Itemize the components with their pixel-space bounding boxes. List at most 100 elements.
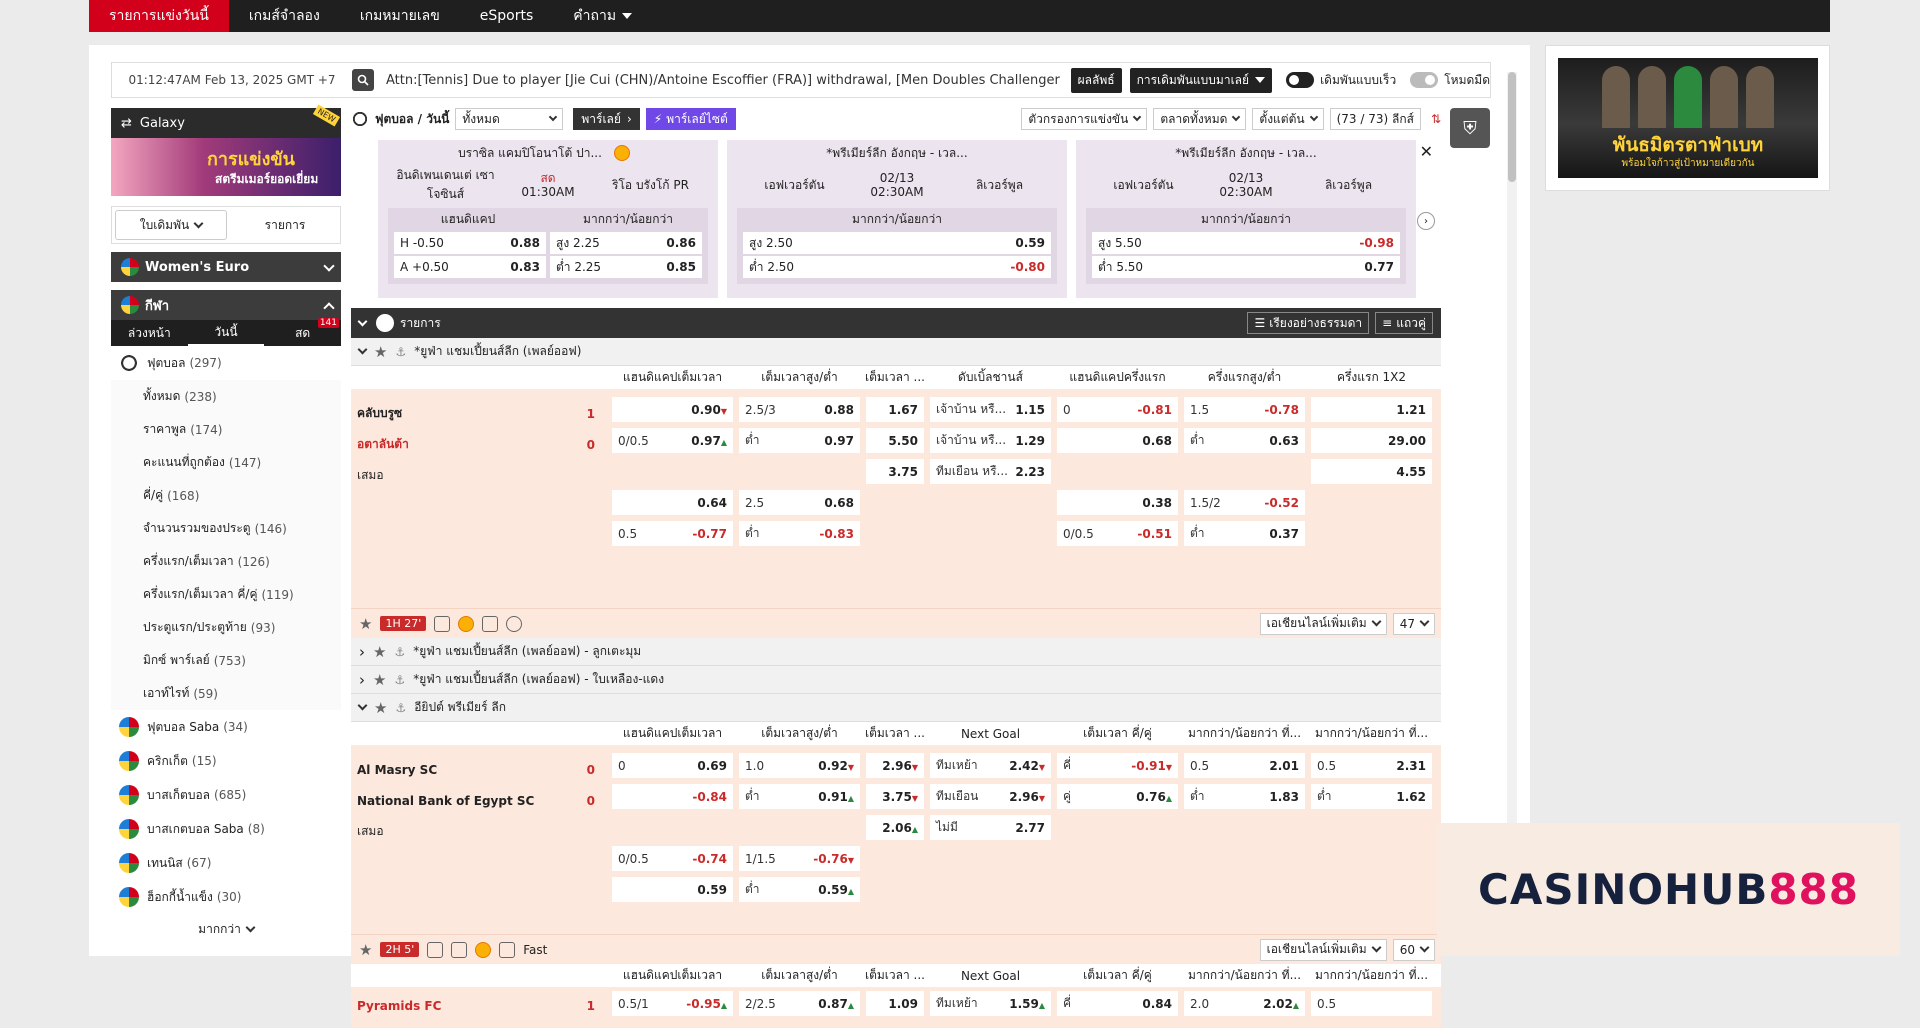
- league-count[interactable]: (73 / 73) ลีกส์: [1329, 108, 1421, 130]
- scrollbar-thumb[interactable]: [1508, 72, 1516, 182]
- tab-betslip[interactable]: ใบเดิมพัน: [115, 210, 227, 240]
- more-sports-button[interactable]: มากกว่า: [111, 914, 341, 944]
- away-team[interactable]: อตาลันต้า: [357, 435, 409, 454]
- fast-market-link[interactable]: Fast: [523, 943, 547, 957]
- sub-item[interactable]: ประตูแรก/ประตูท้าย (93): [111, 611, 341, 644]
- sport-item-tennis[interactable]: เทนนิส (67): [111, 846, 341, 880]
- odds-cell[interactable]: ต่ำ 0.97: [739, 428, 860, 453]
- odds-cell[interactable]: คี่ 0.84: [1057, 991, 1178, 1016]
- sport-item-cricket[interactable]: คริกเก็ต (15): [111, 744, 341, 778]
- tab-live[interactable]: สด 141: [264, 318, 341, 346]
- odds-cell[interactable]: 2.06▲: [866, 815, 924, 840]
- odds-cell[interactable]: 1.5/2 -0.52: [1184, 490, 1305, 515]
- odds-cell[interactable]: ต่ำ -0.83: [739, 521, 860, 546]
- odds-cell[interactable]: 29.00: [1311, 428, 1432, 453]
- tab-today[interactable]: วันนี้: [187, 320, 265, 346]
- odds-cell[interactable]: 0/0.5 -0.51: [1057, 521, 1178, 546]
- odds-cell[interactable]: 1/1.5 -0.76▼: [739, 846, 860, 871]
- odds-cell[interactable]: 0 -0.81: [1057, 397, 1178, 422]
- nav-faq[interactable]: คำถาม: [553, 0, 652, 32]
- odds-cell[interactable]: ต่ำ 1.83: [1184, 784, 1305, 809]
- odds-cell[interactable]: 4.55: [1311, 459, 1432, 484]
- sport-item-saba-football[interactable]: ฟุตบอล Saba (34): [111, 710, 341, 744]
- odds-cell[interactable]: สูง 2.50 0.59: [743, 232, 1051, 254]
- womens-euro-header[interactable]: Women's Euro: [111, 252, 341, 282]
- more-lines-select[interactable]: เอเชียนไลน์เพิ่มเติม: [1259, 938, 1387, 961]
- odds-cell[interactable]: ต่ำ 0.91▲: [739, 784, 860, 809]
- clock-icon[interactable]: [506, 615, 523, 632]
- view-select[interactable]: ≡ แถวคู่: [1375, 312, 1433, 334]
- stats-icon[interactable]: [451, 941, 468, 958]
- odds-cell[interactable]: H -0.50 0.88: [394, 232, 546, 254]
- odds-cell[interactable]: ทีมเยือน 2.96▼: [930, 784, 1051, 809]
- odds-cell[interactable]: A +0.50 0.83: [394, 256, 546, 278]
- line-count-select[interactable]: 60: [1392, 938, 1435, 961]
- promo-banner-right[interactable]: พันธมิตรตาฟ่าเบท พร้อมใจก้าวสู่เป้าหมายเ…: [1558, 58, 1818, 178]
- odds-cell[interactable]: 3.75▼: [866, 784, 924, 809]
- market-select[interactable]: ทั้งหมด: [455, 108, 564, 130]
- odds-cell[interactable]: 2.5/3 0.88: [739, 397, 860, 422]
- parlay-button[interactable]: พาร์เลย์ ›: [573, 108, 640, 130]
- more-lines-select[interactable]: เอเชียนไลน์เพิ่มเติม: [1259, 612, 1387, 635]
- chevron-right-icon[interactable]: ›: [1417, 212, 1435, 230]
- search-button[interactable]: [352, 69, 374, 91]
- odds-cell[interactable]: 0.5 2.31: [1311, 753, 1432, 778]
- sub-item[interactable]: ครึ่งแรก/เต็มเวลา คี่/คู่ (119): [111, 578, 341, 611]
- odds-cell[interactable]: สูง 5.50 -0.98: [1092, 232, 1400, 254]
- parlay-sized-button[interactable]: ⚡ พาร์เลย์ไซต์: [645, 108, 736, 130]
- nav-virtual[interactable]: เกมส์จำลอง: [229, 0, 340, 32]
- league-header[interactable]: ★ ⚓ *ยูฟ่า แชมเปี้ยนส์ลีก (เพลย์ออฟ): [351, 338, 1441, 366]
- announcement-ticker[interactable]: Attn:[Tennis] Due to player [Jie Cui (CH…: [386, 73, 1063, 88]
- odds-cell[interactable]: 0/0.5 -0.74: [612, 846, 733, 871]
- sport-item-basketball[interactable]: บาสเก็ตบอล (685): [111, 778, 341, 812]
- home-team[interactable]: Pyramids FC: [357, 999, 441, 1013]
- odds-cell[interactable]: สูง 2.25 0.86: [550, 232, 702, 254]
- odds-cell[interactable]: ต่ำ 2.25 0.85: [550, 256, 702, 278]
- away-team[interactable]: National Bank of Egypt SC: [357, 794, 534, 808]
- odds-cell[interactable]: 0.5 -0.77: [612, 521, 733, 546]
- star-icon[interactable]: ★: [373, 643, 386, 661]
- odds-cell[interactable]: 1.0 0.92▼: [739, 753, 860, 778]
- star-icon[interactable]: ★: [374, 699, 387, 717]
- odds-cell[interactable]: 1.67: [866, 397, 924, 422]
- odds-type-select[interactable]: การเดิมพันแบบมาเลย์: [1129, 67, 1273, 93]
- featured-card[interactable]: บราซิล แคมปิโอนาโต้ ปา... อินดิเพนเดนเต่…: [378, 140, 718, 298]
- odds-cell[interactable]: 2.0 2.02▲: [1184, 991, 1305, 1016]
- nav-today[interactable]: รายการแข่งวันนี้: [89, 0, 229, 32]
- dark-mode-toggle[interactable]: [1410, 72, 1439, 88]
- star-icon[interactable]: ★: [359, 615, 372, 633]
- league-filter-select[interactable]: ตัวกรองการแข่งขัน: [1021, 108, 1148, 130]
- sub-item[interactable]: เอาท์ไรท์ (59): [111, 677, 341, 710]
- odds-cell[interactable]: -0.84: [612, 784, 733, 809]
- featured-card[interactable]: *พรีเมียร์ลีก อังกฤษ - เวล... เอฟเวอร์ตั…: [1076, 140, 1416, 298]
- sub-item[interactable]: คะแนนที่ถูกต้อง (147): [111, 446, 341, 479]
- results-button[interactable]: ผลลัพธ์: [1070, 67, 1122, 93]
- sub-item[interactable]: ราคาพูล (174): [111, 413, 341, 446]
- odds-cell[interactable]: 2.5 0.68: [739, 490, 860, 515]
- odds-cell[interactable]: 5.50: [866, 428, 924, 453]
- odds-cell[interactable]: 0 0.69: [612, 753, 733, 778]
- streamer-promo-banner[interactable]: การแข่งขัน สตรีมเมอร์ยอดเยี่ยม: [111, 138, 341, 196]
- close-icon[interactable]: ✕: [1420, 142, 1433, 161]
- odds-cell[interactable]: ต่ำ 0.59▲: [739, 877, 860, 902]
- nav-number-game[interactable]: เกมหมายเลข: [340, 0, 460, 32]
- shield-icon[interactable]: ⛨: [1450, 108, 1490, 148]
- odds-cell[interactable]: ไม่มี 2.77: [930, 815, 1051, 840]
- coin-icon[interactable]: [475, 941, 492, 958]
- odds-cell[interactable]: 0.90▼: [612, 397, 733, 422]
- home-team[interactable]: Al Masry SC: [357, 763, 437, 777]
- sub-item[interactable]: จำนวนรวมของประตู (146): [111, 512, 341, 545]
- chevron-down-icon[interactable]: [357, 316, 368, 326]
- sports-header[interactable]: กีฬา: [111, 290, 341, 320]
- tab-bet-list[interactable]: รายการ: [230, 207, 340, 243]
- sub-item[interactable]: ทั้งหมด (238): [111, 380, 341, 413]
- odds-cell[interactable]: 0.59: [612, 877, 733, 902]
- nav-esports[interactable]: eSports: [460, 0, 554, 32]
- odds-cell[interactable]: ทีมเหย้า 1.59▲: [930, 991, 1051, 1016]
- league-header[interactable]: ★ ⚓ อียิปต์ พรีเมียร์ ลีก: [351, 694, 1441, 722]
- featured-card[interactable]: *พรีเมียร์ลีก อังกฤษ - เวล... เอฟเวอร์ตั…: [727, 140, 1067, 298]
- odds-cell[interactable]: 3.75: [866, 459, 924, 484]
- home-team[interactable]: คลับบรูซ: [357, 404, 402, 423]
- sub-item[interactable]: ครึ่งแรก/เต็มเวลา (126): [111, 545, 341, 578]
- odds-cell[interactable]: ต่ำ 2.50 -0.80: [743, 256, 1051, 278]
